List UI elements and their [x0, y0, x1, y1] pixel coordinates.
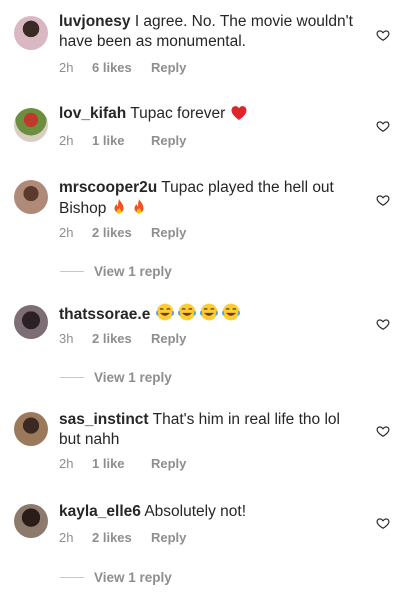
heart-outline-icon[interactable] — [376, 424, 390, 438]
reply-thread-line — [60, 377, 84, 378]
tears-of-joy-emoji — [155, 303, 174, 321]
avatar[interactable] — [14, 305, 48, 339]
reply-button[interactable]: Reply — [151, 133, 186, 148]
avatar[interactable] — [14, 180, 48, 214]
reply-button[interactable]: Reply — [151, 225, 186, 240]
red-heart-emoji — [231, 106, 247, 120]
comment-username[interactable]: thatssorae.e — [59, 306, 150, 323]
tears-of-joy-emoji — [177, 303, 196, 321]
comment-text-block: sas_instinct That's him in real life tho… — [59, 410, 359, 450]
view-replies-label[interactable]: View 1 reply — [94, 570, 172, 585]
comment-text-block: lov_kifah Tupac forever — [59, 104, 359, 124]
comment-meta: 2h 1 like Reply — [59, 133, 186, 148]
comment-body: Tupac forever — [130, 105, 230, 122]
avatar[interactable] — [14, 412, 48, 446]
comment-time: 2h — [59, 225, 74, 240]
fire-emoji — [134, 198, 144, 214]
view-replies-label[interactable]: View 1 reply — [94, 264, 172, 279]
comment-meta: 2h 2 likes Reply — [59, 225, 186, 240]
tears-of-joy-emoji — [221, 303, 240, 321]
comment-username[interactable]: lov_kifah — [59, 105, 126, 122]
comment-text-block: mrscooper2u Tupac played the hell out Bi… — [59, 178, 359, 219]
reply-button[interactable]: Reply — [151, 331, 186, 346]
comment-meta: 2h 6 likes Reply — [59, 60, 186, 75]
comment-time: 2h — [59, 133, 74, 148]
laughing-emoji-group — [155, 303, 241, 323]
reply-thread-line — [60, 577, 84, 578]
comment-time: 3h — [59, 331, 74, 346]
reply-button[interactable]: Reply — [151, 456, 186, 471]
view-replies-button[interactable]: View 1 reply — [60, 370, 172, 385]
comment-meta: 3h 2 likes Reply — [59, 331, 186, 346]
avatar[interactable] — [14, 16, 48, 50]
fire-emoji — [114, 198, 124, 214]
comment-username[interactable]: mrscooper2u — [59, 179, 157, 196]
comment-meta: 2h 1 like Reply — [59, 456, 186, 471]
heart-outline-icon[interactable] — [376, 317, 390, 331]
comment-likes[interactable]: 2 likes — [92, 530, 151, 545]
comment-text-block: thatssorae.e — [59, 302, 359, 325]
reply-thread-line — [60, 271, 84, 272]
view-replies-button[interactable]: View 1 reply — [60, 570, 172, 585]
view-replies-button[interactable]: View 1 reply — [60, 264, 172, 279]
comment-time: 2h — [59, 60, 74, 75]
heart-outline-icon[interactable] — [376, 193, 390, 207]
heart-outline-icon[interactable] — [376, 119, 390, 133]
comment-username[interactable]: kayla_elle6 — [59, 503, 141, 520]
comment-time: 2h — [59, 456, 74, 471]
comment-text-block: kayla_elle6 Absolutely not! — [59, 502, 359, 522]
reply-button[interactable]: Reply — [151, 530, 186, 545]
comment-username[interactable]: sas_instinct — [59, 411, 149, 428]
tears-of-joy-emoji — [199, 303, 218, 321]
comment-time: 2h — [59, 530, 74, 545]
comment-likes[interactable]: 6 likes — [92, 60, 151, 75]
view-replies-label[interactable]: View 1 reply — [94, 370, 172, 385]
heart-outline-icon[interactable] — [376, 28, 390, 42]
comment-text-block: luvjonesy I agree. No. The movie wouldn'… — [59, 12, 359, 52]
comment-likes[interactable]: 1 like — [92, 456, 151, 471]
heart-outline-icon[interactable] — [376, 516, 390, 530]
avatar[interactable] — [14, 504, 48, 538]
reply-button[interactable]: Reply — [151, 60, 186, 75]
comment-body: Absolutely not! — [144, 503, 247, 520]
comment-username[interactable]: luvjonesy — [59, 13, 131, 30]
comment-likes[interactable]: 2 likes — [92, 225, 151, 240]
comment-likes[interactable]: 2 likes — [92, 331, 151, 346]
avatar[interactable] — [14, 108, 48, 142]
comment-meta: 2h 2 likes Reply — [59, 530, 186, 545]
comment-likes[interactable]: 1 like — [92, 133, 151, 148]
